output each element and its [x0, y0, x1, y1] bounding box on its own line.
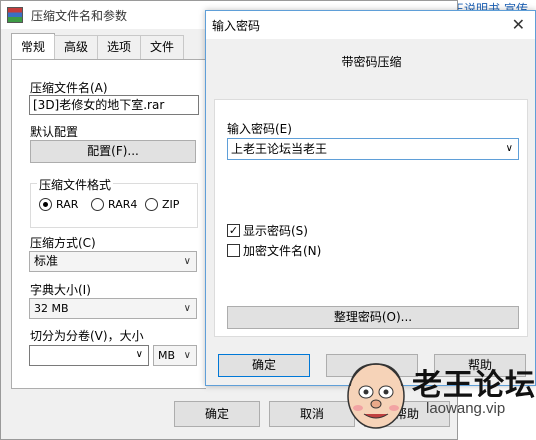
compression-method-select[interactable]: 标准 ∨ — [29, 251, 197, 272]
checkbox-checked-icon: ✓ — [227, 224, 240, 237]
radio-unselected-icon — [145, 198, 158, 211]
archive-ok-button[interactable]: 确定 — [174, 401, 260, 427]
radio-unselected-icon — [91, 198, 104, 211]
dictionary-size-select[interactable]: 32 MB ∨ — [29, 298, 197, 319]
tab-options[interactable]: 选项 — [97, 35, 142, 59]
chevron-down-icon: ∨ — [183, 350, 191, 361]
chevron-down-icon: ∨ — [183, 256, 191, 267]
radio-selected-icon — [39, 198, 52, 211]
tab-advanced[interactable]: 高级 — [54, 35, 99, 59]
watermark: 老王论坛 laowang.vip — [340, 350, 536, 440]
tab-strip: 常规 高级 选项 文件 — [11, 33, 185, 59]
archive-name-label: 压缩文件名(A) — [30, 81, 108, 95]
chevron-down-icon: ∨ — [135, 349, 143, 360]
watermark-brand: 老王论坛 — [412, 368, 536, 403]
password-value: 上老王论坛当老王 — [231, 142, 328, 156]
password-dialog-body: 输入密码(E) 上老王论坛当老王 ∨ ✓ 显示密码(S) 加密文件名(N) 整理… — [214, 99, 528, 337]
winrar-app-icon — [7, 7, 23, 23]
password-ok-button[interactable]: 确定 — [218, 354, 310, 377]
split-unit-select[interactable]: MB ∨ — [153, 345, 197, 366]
password-dialog-title: 输入密码 — [212, 18, 261, 33]
show-password-label: 显示密码(S) — [243, 224, 308, 238]
encrypt-filenames-label: 加密文件名(N) — [243, 244, 322, 258]
tab-general[interactable]: 常规 — [11, 33, 56, 59]
tab-files[interactable]: 文件 — [140, 35, 185, 59]
archive-dialog-title: 压缩文件名和参数 — [31, 8, 128, 23]
organize-passwords-button[interactable]: 整理密码(O)... — [227, 306, 519, 329]
split-volume-label: 切分为分卷(V)，大小 — [30, 329, 144, 343]
watermark-url: laowang.vip — [426, 400, 506, 417]
dictionary-size-label: 字典大小(I) — [30, 283, 91, 297]
dictionary-size-value: 32 MB — [34, 302, 69, 315]
checkbox-unchecked-icon — [227, 244, 240, 257]
close-icon[interactable]: ✕ — [512, 15, 525, 34]
format-radio-rar4[interactable]: RAR4 — [91, 198, 137, 211]
default-profile-label: 默认配置 — [30, 125, 79, 139]
chevron-down-icon: ∨ — [505, 143, 513, 154]
archive-format-group-title: 压缩文件格式 — [37, 176, 114, 193]
password-dialog-heading: 带密码压缩 — [341, 55, 402, 69]
chevron-down-icon: ∨ — [183, 303, 191, 314]
old-man-avatar-icon — [347, 363, 405, 429]
show-password-checkbox[interactable]: ✓ 显示密码(S) — [227, 222, 308, 239]
compression-method-value: 标准 — [34, 254, 59, 268]
archive-name-input[interactable]: [3D]老修女的地下室.rar — [29, 95, 199, 115]
password-dialog: 输入密码 ✕ 带密码压缩 输入密码(E) 上老王论坛当老王 ∨ ✓ 显示密码(S… — [205, 10, 536, 386]
format-rar4-label: RAR4 — [108, 198, 138, 211]
split-unit-value: MB — [158, 349, 176, 362]
profiles-button[interactable]: 配置(F)... — [30, 140, 196, 163]
format-radio-zip[interactable]: ZIP — [145, 198, 179, 211]
split-volume-input[interactable]: ∨ — [29, 345, 149, 366]
encrypt-filenames-checkbox[interactable]: 加密文件名(N) — [227, 242, 321, 259]
password-input[interactable]: 上老王论坛当老王 ∨ — [227, 138, 519, 160]
format-radio-rar[interactable]: RAR — [39, 198, 78, 211]
enter-password-label: 输入密码(E) — [227, 122, 292, 136]
archive-format-group: 压缩文件格式 RAR RAR4 ZIP — [30, 176, 198, 228]
compression-method-label: 压缩方式(C) — [30, 236, 96, 250]
password-dialog-titlebar: 输入密码 — [206, 11, 535, 39]
format-zip-label: ZIP — [162, 198, 180, 211]
format-rar-label: RAR — [56, 198, 79, 211]
